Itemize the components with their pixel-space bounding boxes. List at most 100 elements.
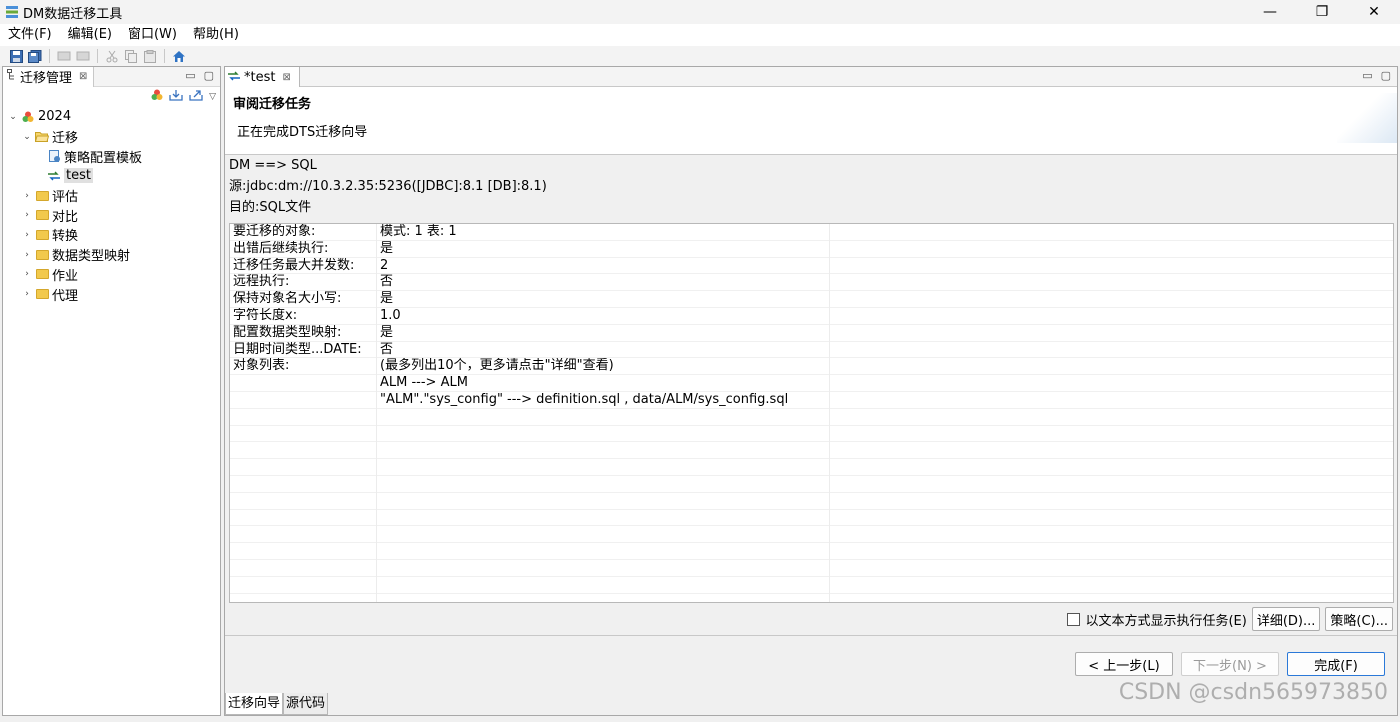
chevron-right-icon[interactable]: ›	[21, 230, 33, 240]
column-divider	[376, 224, 377, 602]
row-extra	[829, 476, 1393, 492]
save-all-icon[interactable]	[27, 48, 43, 64]
row-extra	[829, 274, 1393, 290]
menu-help[interactable]: 帮助(H)	[185, 24, 247, 46]
minimize-view-icon[interactable]: ▭	[1362, 69, 1372, 82]
row-value: "ALM"."sys_config" ---> definition.sql ,…	[380, 391, 789, 407]
chevron-right-icon[interactable]: ›	[21, 289, 33, 299]
chevron-right-icon[interactable]: ›	[21, 269, 33, 279]
view-menu-icon[interactable]: ▽	[209, 92, 216, 102]
redo-icon[interactable]	[75, 48, 91, 64]
migration-tree: ⌄ 2024 ⌄ 迁移 策略配置模板 test › 评估 › 对比 › 转换 ›…	[3, 107, 220, 304]
finish-button[interactable]: 完成(F)	[1287, 652, 1385, 676]
chevron-right-icon[interactable]: ›	[21, 210, 33, 220]
tree-node-test[interactable]: test	[3, 166, 220, 186]
toolbar-separator	[49, 49, 50, 63]
row-value: 否	[380, 274, 394, 290]
row-extra	[829, 526, 1393, 542]
tree-node-assessment[interactable]: › 评估	[3, 186, 220, 206]
row-value: ALM ---> ALM	[380, 375, 468, 391]
dm-logo-icon[interactable]	[151, 89, 163, 105]
table-row: 保持对象名大小写: 是	[230, 291, 1393, 308]
tree-node-datatype-mapping[interactable]: › 数据类型映射	[3, 245, 220, 265]
tree-node-jobs[interactable]: › 作业	[3, 265, 220, 285]
maximize-button[interactable]: ❐	[1296, 0, 1348, 24]
row-value	[376, 577, 829, 593]
close-button[interactable]: ✕	[1348, 0, 1400, 24]
save-icon[interactable]	[8, 48, 24, 64]
home-icon[interactable]	[171, 48, 187, 64]
row-key	[230, 426, 376, 442]
tree-node-strategy-template[interactable]: 策略配置模板	[3, 146, 220, 166]
row-key: 迁移任务最大并发数:	[233, 257, 355, 273]
minimize-view-icon[interactable]: ▭	[185, 69, 195, 82]
export-icon[interactable]	[189, 89, 203, 105]
cut-icon[interactable]	[104, 48, 120, 64]
row-value	[376, 409, 829, 425]
prev-button[interactable]: < 上一步(L)	[1075, 652, 1173, 676]
row-extra	[829, 409, 1393, 425]
table-row	[230, 560, 1393, 577]
tab-migration-manager[interactable]: 迁移管理 ⊠	[3, 66, 95, 87]
row-key	[230, 493, 376, 509]
folder-icon	[35, 209, 49, 222]
table-row	[230, 577, 1393, 594]
row-key	[230, 577, 376, 593]
row-value: 模式: 1 表: 1	[380, 224, 457, 239]
tab-label: *test	[244, 69, 276, 85]
row-extra	[829, 442, 1393, 458]
tab-wizard[interactable]: 迁移向导	[225, 693, 284, 715]
row-value: 是	[380, 291, 394, 307]
tree-node-label: 对比	[52, 209, 79, 225]
minimize-button[interactable]: —	[1244, 0, 1296, 24]
row-value	[376, 459, 829, 475]
chevron-right-icon[interactable]: ›	[21, 250, 33, 260]
watermark: CSDN @csdn565973850	[1118, 680, 1388, 705]
tab-source-code[interactable]: 源代码	[283, 693, 329, 715]
chevron-right-icon[interactable]: ›	[21, 191, 33, 201]
next-button[interactable]: 下一步(N) >	[1181, 652, 1279, 676]
chevron-down-icon[interactable]: ⌄	[21, 132, 33, 142]
row-extra	[829, 426, 1393, 442]
row-value: 否	[380, 341, 394, 357]
tree-node-2024[interactable]: ⌄ 2024	[3, 107, 220, 127]
detail-button[interactable]: 详细(D)...	[1251, 607, 1321, 631]
tree-node-label: 代理	[52, 288, 79, 304]
close-icon[interactable]: ⊠	[282, 72, 290, 83]
tree-node-convert[interactable]: › 转换	[3, 225, 220, 245]
maximize-view-icon[interactable]: ▢	[1381, 69, 1391, 82]
row-key: 配置数据类型映射:	[233, 324, 342, 340]
copy-icon[interactable]	[123, 48, 139, 64]
template-icon	[47, 149, 61, 163]
paste-icon[interactable]	[142, 48, 158, 64]
tree-node-migration[interactable]: ⌄ 迁移	[3, 127, 220, 147]
menu-edit[interactable]: 编辑(E)	[60, 24, 120, 46]
row-value	[376, 543, 829, 559]
row-key	[230, 409, 376, 425]
row-extra	[829, 375, 1393, 391]
tree-node-agent[interactable]: › 代理	[3, 284, 220, 304]
row-value	[376, 560, 829, 576]
text-mode-checkbox[interactable]	[1067, 612, 1081, 626]
import-icon[interactable]	[169, 89, 183, 105]
undo-icon[interactable]	[56, 48, 72, 64]
tab-test[interactable]: *test ⊠	[225, 67, 300, 87]
row-key	[230, 442, 376, 458]
menu-file[interactable]: 文件(F)	[0, 24, 60, 46]
table-row	[230, 442, 1393, 460]
close-icon[interactable]: ⊠	[79, 71, 87, 82]
row-value: 1.0	[380, 307, 401, 323]
row-key	[230, 560, 376, 576]
migration-task-icon	[47, 169, 61, 182]
menu-window[interactable]: 窗口(W)	[120, 24, 185, 46]
folder-icon	[35, 248, 49, 261]
text-mode-label: 以文本方式显示执行任务(E)	[1085, 613, 1247, 629]
maximize-view-icon[interactable]: ▢	[204, 69, 214, 82]
toolbar-separator	[164, 49, 165, 63]
tree-node-compare[interactable]: › 对比	[3, 205, 220, 225]
chevron-down-icon[interactable]: ⌄	[7, 112, 19, 122]
row-key: 出错后继续执行:	[233, 240, 329, 256]
strategy-button[interactable]: 策略(C)...	[1325, 607, 1393, 631]
table-row: 配置数据类型映射: 是	[230, 325, 1393, 342]
summary-table[interactable]: 要迁移的对象: 模式: 1 表: 1 出错后继续执行: 是迁移任务最大并发数: 2 远程执…	[229, 223, 1394, 603]
